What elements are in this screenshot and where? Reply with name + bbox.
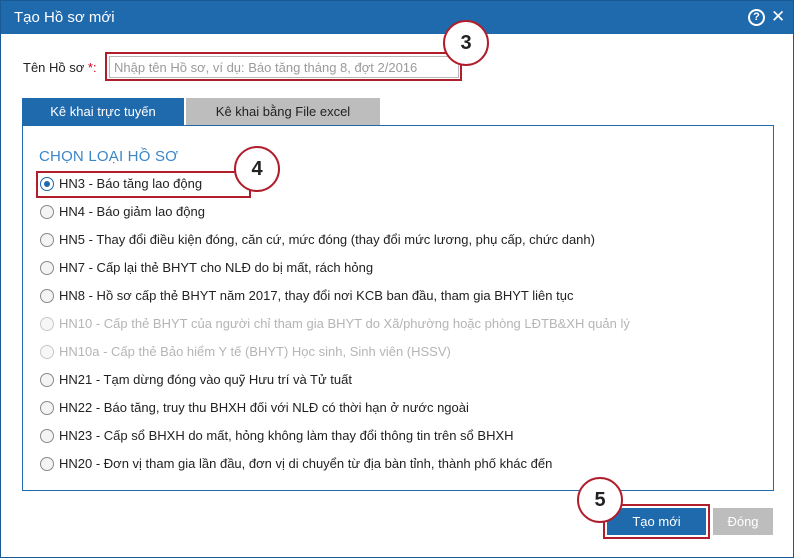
- radio[interactable]: [40, 457, 54, 471]
- radio-selected[interactable]: [40, 177, 54, 191]
- radio[interactable]: [40, 289, 54, 303]
- radio-disabled: [40, 317, 54, 331]
- create-button[interactable]: Tạo mới: [607, 508, 706, 535]
- option-label: HN5 - Thay đổi điều kiện đóng, căn cứ, m…: [59, 232, 595, 247]
- radio[interactable]: [40, 205, 54, 219]
- option-label: HN10 - Cấp thẻ BHYT của người chỉ tham g…: [59, 316, 630, 331]
- dialog-title: Tạo Hồ sơ mới: [14, 9, 115, 26]
- dialog-titlebar: Tạo Hồ sơ mới ? ✕: [1, 1, 793, 34]
- close-icon[interactable]: ✕: [771, 6, 785, 28]
- radio[interactable]: [40, 261, 54, 275]
- radio[interactable]: [40, 401, 54, 415]
- required-mark: *:: [87, 60, 97, 75]
- create-profile-dialog: Tạo Hồ sơ mới ? ✕ Tên Hồ sơ *: 3 Kê khai…: [0, 0, 794, 558]
- profile-name-input[interactable]: [109, 56, 459, 78]
- option-label: HN21 - Tạm dừng đóng vào quỹ Hưu trí và …: [59, 372, 352, 387]
- callout-step-4: 4: [234, 146, 280, 192]
- radio[interactable]: [40, 429, 54, 443]
- option-label: HN4 - Báo giảm lao động: [59, 204, 205, 219]
- option-label: HN10a - Cấp thẻ Bảo hiểm Y tế (BHYT) Học…: [59, 344, 451, 359]
- callout-step-5: 5: [577, 477, 623, 523]
- tab-online-declaration[interactable]: Kê khai trực tuyến: [22, 98, 184, 126]
- profile-name-label-text: Tên Hồ sơ: [23, 60, 85, 75]
- option-label: HN23 - Cấp sổ BHXH do mất, hỏng không là…: [59, 428, 514, 443]
- help-icon[interactable]: ?: [748, 9, 765, 26]
- radio-disabled: [40, 345, 54, 359]
- section-title: CHỌN LOẠI HỒ SƠ: [39, 148, 179, 165]
- tab-excel-declaration[interactable]: Kê khai bằng File excel: [186, 98, 380, 126]
- option-label: HN20 - Đơn vị tham gia lần đầu, đơn vị d…: [59, 456, 553, 471]
- option-label: HN7 - Cấp lại thẻ BHYT cho NLĐ do bị mất…: [59, 260, 374, 275]
- close-button[interactable]: Đóng: [713, 508, 773, 535]
- profile-name-label: Tên Hồ sơ *:: [23, 60, 97, 75]
- option-label: HN8 - Hồ sơ cấp thẻ BHYT năm 2017, thay …: [59, 288, 574, 303]
- option-label: HN3 - Báo tăng lao động: [59, 176, 203, 191]
- radio[interactable]: [40, 233, 54, 247]
- option-label: HN22 - Báo tăng, truy thu BHXH đối với N…: [59, 400, 469, 415]
- callout-step-3: 3: [443, 20, 489, 66]
- radio[interactable]: [40, 373, 54, 387]
